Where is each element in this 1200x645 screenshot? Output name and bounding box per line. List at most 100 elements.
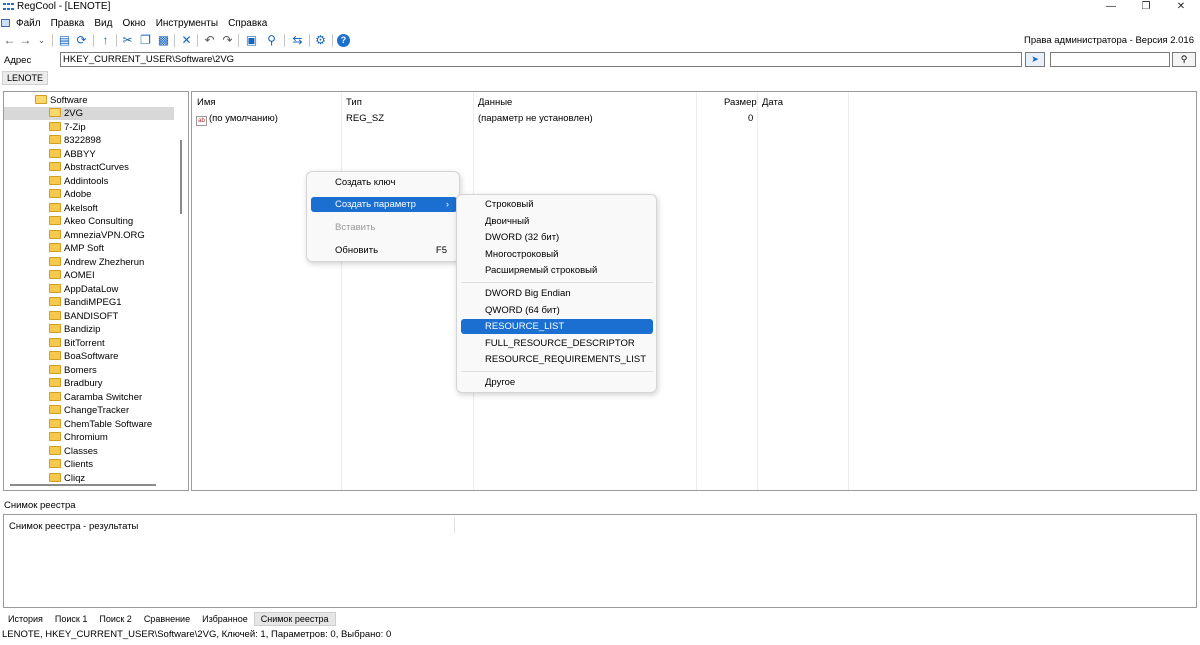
tree-item[interactable]: AmneziaVPN.ORG	[49, 229, 145, 242]
search-input[interactable]	[1050, 52, 1170, 67]
column-data[interactable]: Данные	[478, 97, 512, 108]
context-menu: Создать ключ Создать параметр › Вставить …	[306, 171, 460, 262]
tree-item[interactable]: BandiMPEG1	[49, 296, 122, 309]
tree-item[interactable]: Caramba Switcher	[49, 391, 142, 404]
delete-icon[interactable]: ✕	[179, 33, 194, 48]
folder-icon	[49, 405, 61, 414]
tree-item[interactable]: AbstractCurves	[49, 161, 129, 174]
network-icon[interactable]: ⟳	[74, 33, 89, 48]
column-type[interactable]: Тип	[346, 97, 362, 108]
folder-icon	[49, 364, 61, 374]
tree-item[interactable]: AOMEI	[49, 269, 95, 282]
refresh-icon[interactable]: ⇆	[290, 33, 305, 48]
submenu-item-expandable-string[interactable]: Расширяемый строковый	[461, 263, 653, 278]
search-button[interactable]: ⚲	[1172, 52, 1196, 67]
menu-file[interactable]: Файл	[11, 17, 46, 30]
folder-icon	[49, 121, 61, 131]
tree-item[interactable]: ChemTable Software	[49, 418, 152, 431]
folder-open-icon	[49, 108, 61, 117]
tree-item[interactable]: BoaSoftware	[49, 350, 118, 363]
new-key-icon[interactable]: ▣	[244, 33, 259, 48]
table-row[interactable]: ab (по умолчанию)	[196, 113, 278, 126]
menu-edit[interactable]: Правка	[46, 17, 90, 30]
menu-item-create-value[interactable]: Создать параметр ›	[311, 197, 457, 212]
tab-registry-snapshot[interactable]: Снимок реестра	[253, 612, 336, 626]
submenu-item-full-resource-descriptor[interactable]: FULL_RESOURCE_DESCRIPTOR	[461, 336, 653, 351]
menu-window[interactable]: Окно	[117, 17, 150, 30]
tree-item[interactable]: Akelsoft	[49, 202, 98, 215]
tab-search-1[interactable]: Поиск 1	[49, 612, 93, 626]
values-list: Имя Тип Данные Размер Дата ab (по умолчан…	[191, 91, 1197, 491]
menu-tools[interactable]: Инструменты	[151, 17, 223, 30]
chevron-down-icon[interactable]: ⌄	[34, 33, 49, 48]
tree-item[interactable]: 8322898	[49, 134, 101, 147]
folder-icon	[49, 351, 61, 360]
tab-favorites[interactable]: Избранное	[196, 612, 254, 626]
tree-horizontal-scrollbar[interactable]	[10, 484, 156, 486]
submenu-item-resource-list[interactable]: RESOURCE_LIST	[461, 319, 653, 334]
paste-icon[interactable]: ▩	[156, 33, 171, 48]
column-size[interactable]: Размер	[724, 97, 757, 108]
submenu-item-resource-requirements-list[interactable]: RESOURCE_REQUIREMENTS_LIST	[461, 352, 653, 367]
submenu-item-dword[interactable]: DWORD (32 бит)	[461, 230, 653, 245]
folder-icon	[49, 162, 61, 171]
mdi-window-icon[interactable]	[1, 19, 10, 27]
submenu-item-binary[interactable]: Двоичный	[461, 214, 653, 229]
tree-item[interactable]: 7-Zip	[49, 121, 86, 134]
tree-item[interactable]: Addintools	[49, 175, 108, 188]
go-button[interactable]: ➤	[1025, 52, 1045, 67]
submenu-item-dword-big-endian[interactable]: DWORD Big Endian	[461, 286, 653, 301]
tree-item[interactable]: ABBYY	[49, 148, 96, 161]
submenu-item-other[interactable]: Другое	[461, 375, 653, 390]
gear-icon[interactable]: ⚙	[313, 33, 328, 48]
tab-search-2[interactable]: Поиск 2	[93, 612, 137, 626]
tree-item-software[interactable]: Software	[35, 94, 88, 107]
tree-item[interactable]: BANDISOFT	[49, 310, 118, 323]
back-arrow-icon[interactable]: ←	[2, 33, 17, 48]
close-button[interactable]: ✕	[1168, 0, 1194, 15]
tree-item[interactable]: Andrew Zhezherun	[49, 256, 144, 269]
menu-view[interactable]: Вид	[89, 17, 117, 30]
tab-history[interactable]: История	[2, 612, 49, 626]
undo-icon[interactable]: ↶	[202, 33, 217, 48]
submenu-item-qword[interactable]: QWORD (64 бит)	[461, 303, 653, 318]
submenu-item-multi-string[interactable]: Многостроковый	[461, 247, 653, 262]
address-input[interactable]: HKEY_CURRENT_USER\Software\2VG	[60, 52, 1022, 67]
tree-item[interactable]: Adobe	[49, 188, 91, 201]
tree-item[interactable]: Bradbury	[49, 377, 103, 390]
menu-item-create-key[interactable]: Создать ключ	[311, 175, 455, 190]
menu-help[interactable]: Справка	[223, 17, 272, 30]
tree-item[interactable]: Clients	[49, 458, 93, 471]
tree-item[interactable]: Bandizip	[49, 323, 100, 336]
minimize-button[interactable]: —	[1098, 0, 1124, 15]
copy-icon[interactable]: ❐	[138, 33, 153, 48]
tree-item[interactable]: Classes	[49, 445, 98, 458]
help-icon[interactable]: ?	[337, 34, 350, 47]
computer-icon[interactable]: ▤	[57, 33, 72, 48]
tree-item[interactable]: ChangeTracker	[49, 404, 129, 417]
search-icon[interactable]: ⚲	[264, 33, 279, 48]
forward-arrow-icon[interactable]: →	[18, 33, 33, 48]
host-tab[interactable]: LENOTE	[2, 71, 49, 85]
tree-item[interactable]: Bomers	[49, 364, 97, 377]
menu-item-refresh[interactable]: Обновить F5	[311, 243, 455, 258]
redo-icon[interactable]: ↷	[220, 33, 235, 48]
column-name[interactable]: Имя	[197, 97, 216, 108]
snapshot-results-header[interactable]: Снимок реестра - результаты	[9, 521, 138, 532]
folder-icon	[49, 216, 61, 225]
tree-item[interactable]: Akeo Consulting	[49, 215, 133, 228]
tree-item[interactable]: AMP Soft	[49, 242, 104, 255]
up-arrow-icon[interactable]: ↑	[98, 33, 113, 48]
maximize-button[interactable]: ❐	[1133, 0, 1159, 15]
tree-item-selected[interactable]: 2VG	[4, 107, 174, 120]
column-date[interactable]: Дата	[762, 97, 783, 108]
folder-icon	[49, 135, 61, 144]
tree-item[interactable]: BitTorrent	[49, 337, 105, 350]
tab-compare[interactable]: Сравнение	[138, 612, 196, 626]
submenu-item-string[interactable]: Строковый	[461, 197, 653, 212]
tree-vertical-scrollbar[interactable]	[180, 140, 182, 214]
cut-icon[interactable]: ✂	[120, 33, 135, 48]
tree-item[interactable]: Chromium	[49, 431, 108, 444]
tree-item[interactable]: AppDataLow	[49, 283, 118, 296]
tree-item[interactable]: Cliqz	[49, 472, 85, 485]
